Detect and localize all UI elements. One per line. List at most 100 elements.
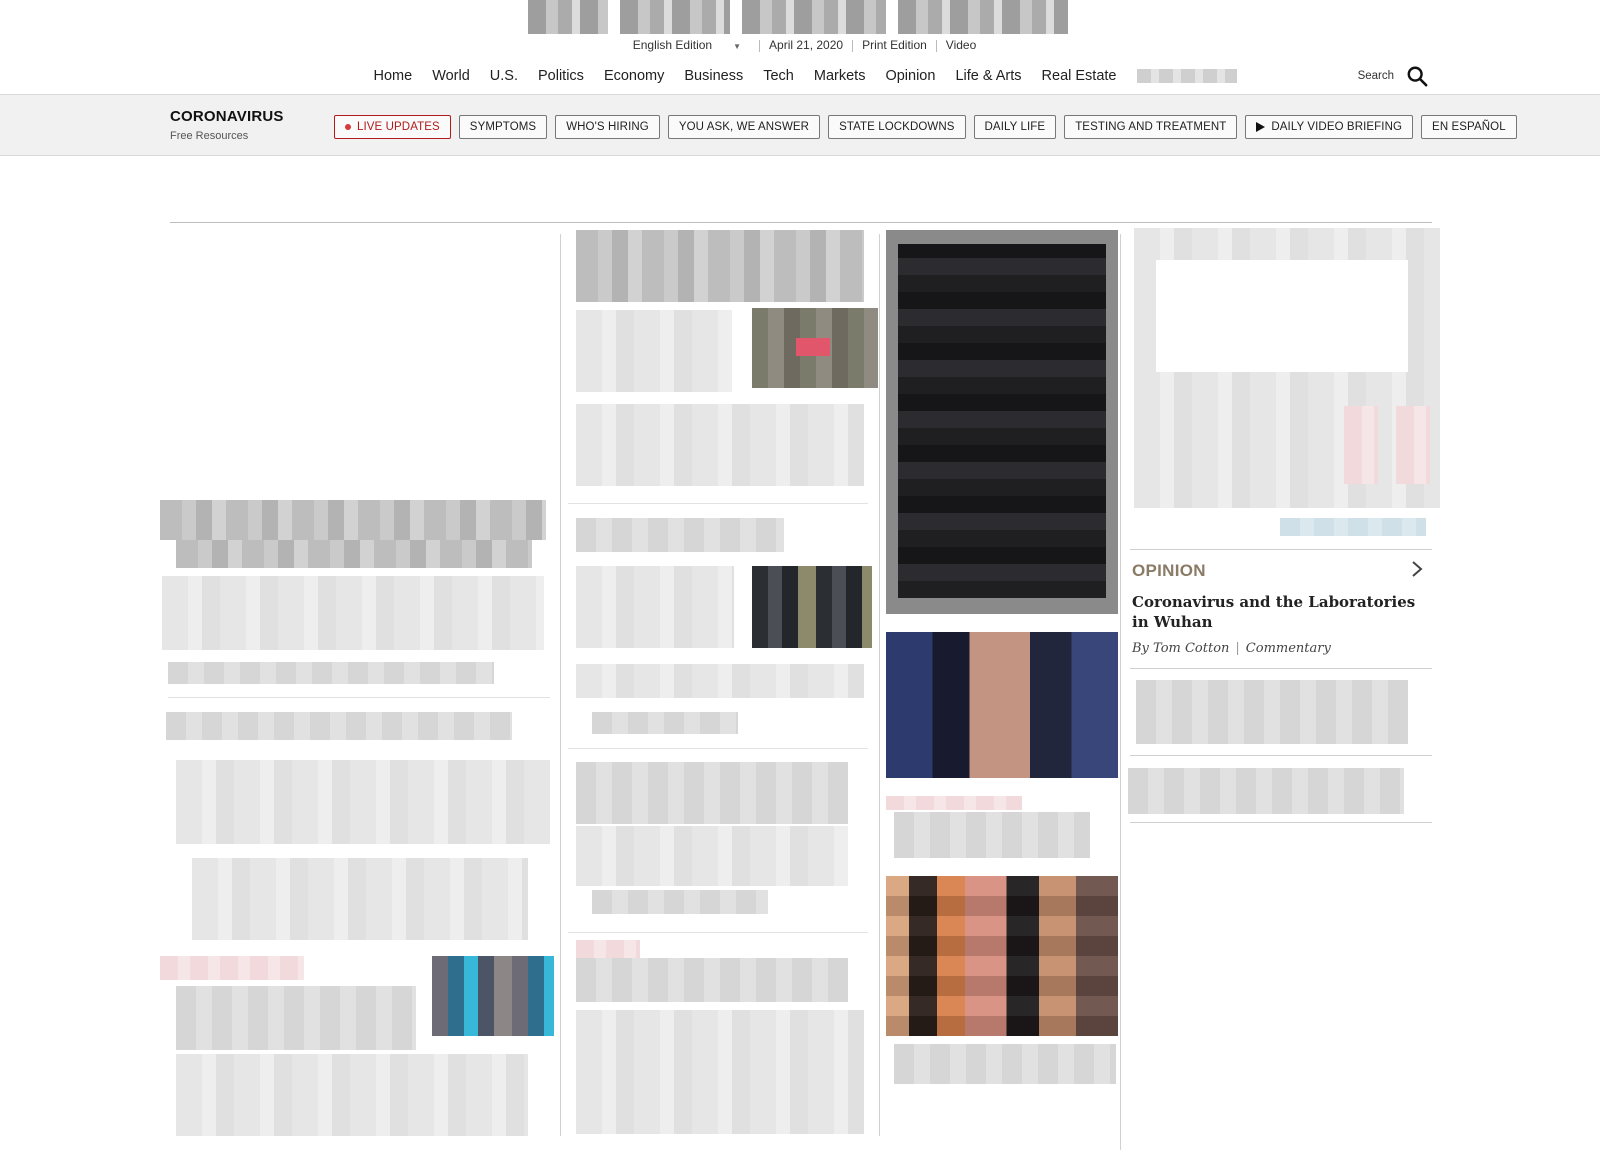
story-summary-redacted xyxy=(576,1010,864,1134)
pill-label: LIVE UPDATES xyxy=(357,121,440,133)
story-headline-redacted[interactable] xyxy=(894,812,1090,858)
search-icon xyxy=(1407,66,1428,87)
masthead-date: April 21, 2020 xyxy=(769,38,844,52)
divider xyxy=(568,503,868,504)
search-button[interactable]: Search xyxy=(1358,64,1428,88)
pill-whos-hiring[interactable]: WHO'S HIRING xyxy=(555,115,660,139)
pill-live-updates[interactable]: LIVE UPDATES xyxy=(334,115,451,139)
nav-home[interactable]: Home xyxy=(364,64,423,88)
pill-label: WHO'S HIRING xyxy=(566,121,649,133)
nav-tech[interactable]: Tech xyxy=(753,64,804,88)
pill-label: DAILY LIFE xyxy=(984,121,1046,133)
pill-en-espanol[interactable]: EN ESPAÑOL xyxy=(1421,115,1517,139)
video-thumbnail[interactable] xyxy=(886,230,1118,614)
play-icon xyxy=(1256,122,1266,132)
story-summary-redacted xyxy=(576,566,734,648)
story-headline-redacted[interactable] xyxy=(576,518,784,552)
video-screen xyxy=(898,244,1106,598)
story-summary-redacted xyxy=(576,310,732,392)
story-thumbnail[interactable] xyxy=(752,566,872,648)
story-headline-redacted[interactable] xyxy=(576,762,848,824)
pill-label: DAILY VIDEO BRIEFING xyxy=(1271,121,1403,133)
pill-daily-video-briefing[interactable]: DAILY VIDEO BRIEFING xyxy=(1245,115,1414,139)
story-thumbnail[interactable] xyxy=(432,956,554,1036)
nav-opinion[interactable]: Opinion xyxy=(875,64,945,88)
redacted-text xyxy=(176,540,532,568)
label-redacted xyxy=(160,956,304,980)
pill-daily-life[interactable]: DAILY LIFE xyxy=(973,115,1057,139)
divider xyxy=(1130,822,1432,823)
pill-state-lockdowns[interactable]: STATE LOCKDOWNS xyxy=(828,115,966,139)
logo-segment xyxy=(528,0,608,34)
logo-segment xyxy=(620,0,730,34)
divider xyxy=(1130,668,1432,669)
lead-summary-redacted xyxy=(162,576,544,650)
opinion-headline[interactable]: Coronavirus and the Laboratories in Wuha… xyxy=(1132,592,1422,632)
pill-label: STATE LOCKDOWNS xyxy=(839,121,955,133)
divider xyxy=(1130,549,1432,550)
caret-down-icon: ▼ xyxy=(733,42,742,51)
coronavirus-bar: CORONAVIRUS Free Resources LIVE UPDATES … xyxy=(0,94,1600,156)
edition-bar: English Edition ▼ April 21, 2020 Print Ed… xyxy=(0,38,1600,54)
pill-label: EN ESPAÑOL xyxy=(1432,121,1506,133)
opinion-label[interactable]: OPINION xyxy=(1132,561,1206,581)
nav-markets[interactable]: Markets xyxy=(804,64,876,88)
chevron-right-icon[interactable] xyxy=(1410,560,1424,578)
lead-bullet-redacted[interactable] xyxy=(168,662,494,684)
opinion-author[interactable]: By Tom Cotton xyxy=(1132,641,1229,656)
opinion-story-redacted[interactable] xyxy=(1136,680,1408,744)
story-headline-redacted[interactable] xyxy=(576,230,864,302)
logo-segment xyxy=(742,0,886,34)
edition-selector[interactable]: English Edition ▼ xyxy=(615,38,759,54)
story-summary-redacted xyxy=(176,1054,528,1136)
story-headline-redacted[interactable] xyxy=(176,986,416,1050)
story-summary-redacted xyxy=(576,826,848,886)
pill-you-ask[interactable]: YOU ASK, WE ANSWER xyxy=(667,115,821,139)
story-bullet-redacted[interactable] xyxy=(592,712,738,734)
divider xyxy=(1130,755,1432,756)
opinion-story-redacted[interactable] xyxy=(1128,768,1404,814)
print-edition-link[interactable]: Print Edition xyxy=(853,38,936,54)
market-link-redacted[interactable] xyxy=(1280,518,1426,536)
edition-label: English Edition xyxy=(632,38,713,52)
redacted-text xyxy=(160,500,546,540)
story-headline-redacted[interactable] xyxy=(894,1044,1116,1084)
coronavirus-subtitle[interactable]: Free Resources xyxy=(170,130,248,142)
pill-label: SYMPTOMS xyxy=(469,121,537,133)
nav-us[interactable]: U.S. xyxy=(480,64,528,88)
column-divider xyxy=(560,234,561,1136)
divider xyxy=(168,697,550,698)
divider xyxy=(568,748,868,749)
story-headline-redacted[interactable] xyxy=(576,958,848,1002)
coronavirus-title[interactable]: CORONAVIRUS xyxy=(170,108,284,125)
story-image[interactable] xyxy=(886,876,1118,1036)
story-summary-redacted xyxy=(576,664,864,698)
video-link[interactable]: Video xyxy=(937,38,985,54)
nav-life-arts[interactable]: Life & Arts xyxy=(945,64,1031,88)
nav-economy[interactable]: Economy xyxy=(594,64,674,88)
pill-label: TESTING AND TREATMENT xyxy=(1075,121,1227,133)
story-bullets-redacted[interactable] xyxy=(192,858,528,940)
pill-testing-treatment[interactable]: TESTING AND TREATMENT xyxy=(1064,115,1238,139)
label-redacted xyxy=(886,796,1022,810)
byline-separator: | xyxy=(1235,641,1240,656)
column-divider xyxy=(879,234,880,1136)
lead-headline-redacted[interactable] xyxy=(160,500,546,540)
market-value-redacted xyxy=(1396,406,1430,484)
opinion-byline: By Tom Cotton | Commentary xyxy=(1132,641,1331,656)
story-bullet-redacted[interactable] xyxy=(592,890,768,914)
label-redacted xyxy=(576,940,640,958)
nav-world[interactable]: World xyxy=(422,64,480,88)
masthead-logo[interactable] xyxy=(528,0,1084,34)
story-headline-redacted[interactable] xyxy=(166,712,512,740)
nav-real-estate[interactable]: Real Estate xyxy=(1032,64,1127,88)
story-summary-redacted xyxy=(176,760,550,844)
nav-business[interactable]: Business xyxy=(674,64,753,88)
pill-symptoms[interactable]: SYMPTOMS xyxy=(458,115,548,139)
section-divider xyxy=(170,222,1432,223)
story-thumbnail[interactable] xyxy=(752,308,878,388)
nav-politics[interactable]: Politics xyxy=(528,64,594,88)
nav-item-redacted[interactable] xyxy=(1136,69,1237,83)
story-image[interactable] xyxy=(886,632,1118,778)
pill-label: YOU ASK, WE ANSWER xyxy=(678,121,810,133)
